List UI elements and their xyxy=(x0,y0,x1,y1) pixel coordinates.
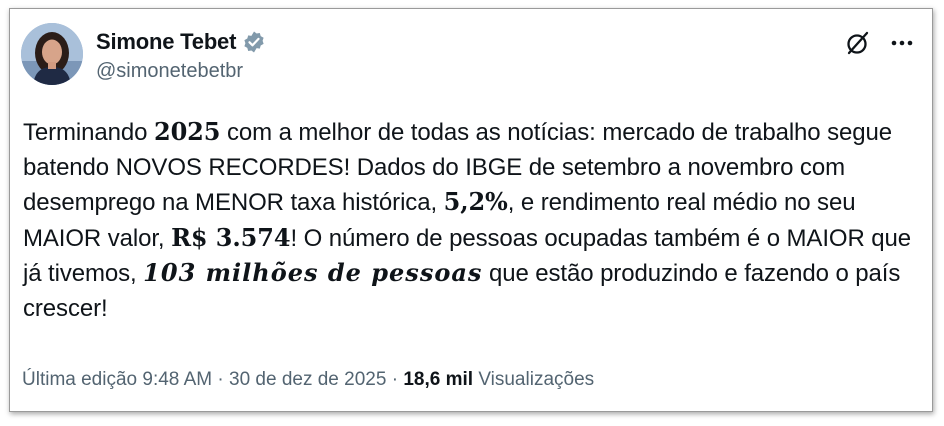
tweet-card: Simone Tebet @simonetebetbr Terminando 2… xyxy=(9,8,933,412)
grok-icon[interactable] xyxy=(844,29,872,57)
verified-badge-icon[interactable] xyxy=(242,30,266,54)
tweet-unemployment-rate: 5,2% xyxy=(443,187,508,216)
tweet-year: 2025 xyxy=(153,117,221,146)
views-count: 18,6 mil xyxy=(403,369,474,390)
tweet-income-value: R$ 3.574 xyxy=(171,222,291,252)
tweet-header: Simone Tebet @simonetebetbr xyxy=(10,9,932,99)
author-handle[interactable]: @simonetebetbr xyxy=(96,60,243,83)
tweet-metadata: Última edição 9:48 AM · 30 de dez de 202… xyxy=(22,369,594,391)
tweet-date[interactable]: 30 de dez de 2025 xyxy=(229,369,386,390)
more-icon[interactable] xyxy=(888,29,916,57)
author-name[interactable]: Simone Tebet xyxy=(96,29,236,55)
avatar[interactable] xyxy=(21,23,83,85)
avatar-image xyxy=(21,23,83,85)
author-name-row: Simone Tebet xyxy=(96,29,266,55)
edited-label[interactable]: Última edição xyxy=(22,369,137,390)
views-label: Visualizações xyxy=(478,369,595,390)
tweet-actions xyxy=(844,29,916,57)
tweet-employed-count: 103 milhões de pessoas xyxy=(143,258,483,287)
meta-separator: · xyxy=(386,369,404,390)
meta-separator: · xyxy=(212,369,229,390)
tweet-time[interactable]: 9:48 AM xyxy=(142,369,212,390)
tweet-text-part: Terminando xyxy=(23,119,154,146)
tweet-text: Terminando 2025 com a melhor de todas as… xyxy=(23,115,923,326)
